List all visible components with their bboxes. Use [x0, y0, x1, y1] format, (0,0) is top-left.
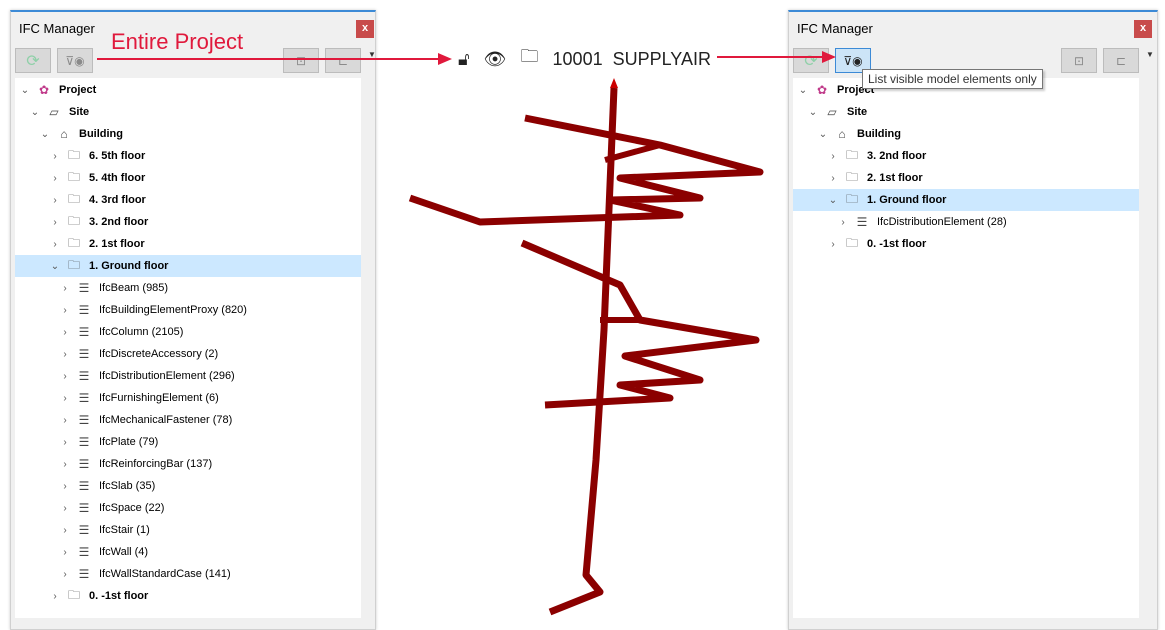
main-riser	[550, 88, 614, 612]
lower-branch	[522, 243, 756, 405]
duct-model-view	[0, 0, 1165, 630]
upper-branch	[410, 118, 760, 222]
